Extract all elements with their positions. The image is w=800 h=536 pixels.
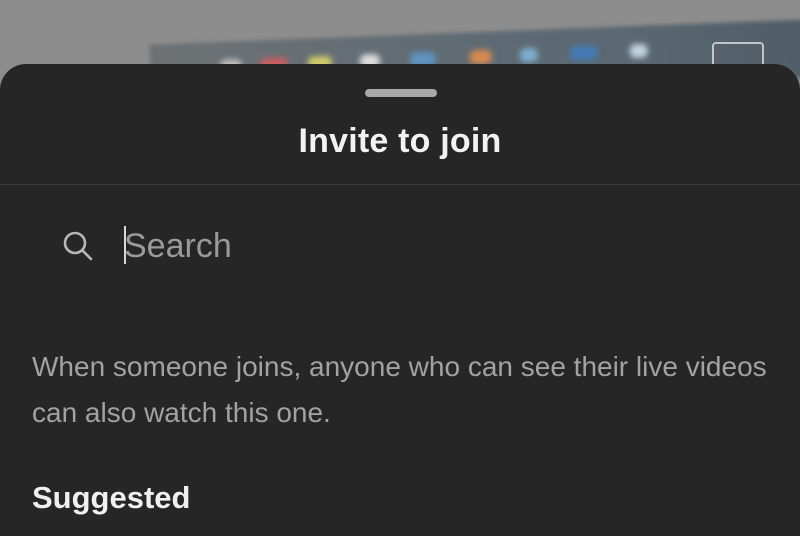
search-icon [63,231,93,261]
text-cursor [124,226,126,264]
invite-bottom-sheet: Invite to join When someone joins, anyon… [0,64,800,536]
sheet-drag-handle[interactable] [365,89,437,97]
search-bar[interactable] [60,222,740,270]
search-input[interactable] [120,222,724,270]
header-divider [0,184,800,185]
sheet-title: Invite to join [298,122,502,160]
info-text: When someone joins, anyone who can see t… [32,351,767,428]
suggested-heading: Suggested [32,480,191,515]
